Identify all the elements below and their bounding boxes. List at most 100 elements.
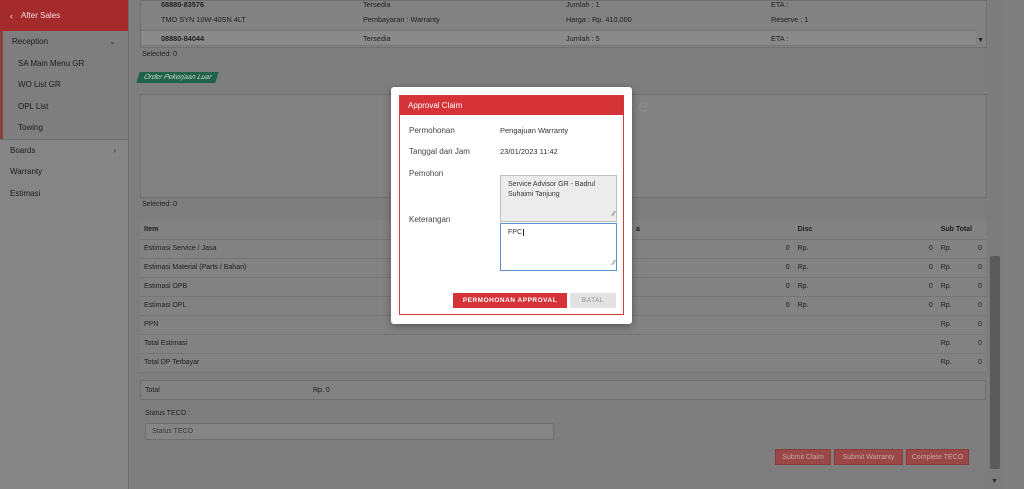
cell-currency: Rp. <box>793 277 824 297</box>
sidebar-item-wo-list-gr[interactable]: WO List GR <box>3 74 128 96</box>
sidebar-item-boards[interactable]: Boards › <box>0 140 128 162</box>
ghost-text: e <box>638 96 649 116</box>
row-label: Total Estimasi <box>140 334 632 354</box>
chevron-down-icon: ⌄ <box>109 37 116 47</box>
cell-currency: Rp. <box>793 258 824 278</box>
part-status: Pembayaran : Warranty <box>363 14 440 24</box>
permohonan-value: Pengajuan Warranty <box>500 126 569 135</box>
sidebar-item-reception[interactable]: Reception ⌄ <box>3 31 128 53</box>
cell-value: 0 <box>696 296 794 316</box>
resize-grip-icon: ⁄⁄ <box>612 211 615 219</box>
sidebar-item-towing[interactable]: Towing <box>3 117 128 139</box>
cell-value: 0 <box>966 239 986 259</box>
keterangan-label: Keterangan <box>409 215 451 224</box>
col-a: a <box>632 220 794 240</box>
chevron-right-icon: › <box>113 145 116 155</box>
right-gutter <box>1002 0 1024 489</box>
submit-warranty-button[interactable]: Submit Warranty <box>834 449 903 465</box>
cell-value: 0 <box>966 258 986 278</box>
sidebar-item-label: WO List GR <box>18 80 61 90</box>
part-price: Harga : Rp. 410,000 <box>566 14 632 24</box>
opl-tag: Order Pekerjaan Luar <box>136 72 220 83</box>
approval-claim-modal: Approval Claim Permohonan Pengajuan Warr… <box>391 87 632 324</box>
scrollbar-thumb[interactable] <box>990 256 1000 469</box>
cell-currency: Rp. <box>936 258 967 278</box>
sidebar-group-reception: Reception ⌄ SA Main Menu GR WO List GR O… <box>0 31 128 139</box>
cell-value: 0 <box>966 315 986 335</box>
cell-value: 0 <box>823 277 937 297</box>
cell-value: 0 <box>696 239 794 259</box>
submit-claim-button[interactable]: Submit Claim <box>775 449 831 465</box>
cell-currency: Rp. <box>936 334 967 354</box>
scroll-down-icon[interactable]: ▼ <box>991 478 998 485</box>
status-teco-input[interactable]: Status TECO <box>145 423 554 440</box>
part-eta: ETA : <box>771 0 789 9</box>
sidebar-item-label: SA Main Menu GR <box>18 58 85 68</box>
cell-currency: Rp. <box>936 315 967 335</box>
pemohon-label: Pemohon <box>409 169 444 178</box>
part-code: TMO SYN 10W-40SN 4LT <box>161 14 246 24</box>
cell-value: 0 <box>966 353 986 373</box>
chevron-left-icon: ‹ <box>10 10 13 21</box>
cell-currency: Rp. <box>936 239 967 259</box>
batal-button[interactable]: BATAL <box>570 293 616 308</box>
cell-value: 0 <box>823 296 937 316</box>
table-row: Total Estimasi Rp. 0 <box>140 334 986 354</box>
cell-currency: Rp. <box>793 239 824 259</box>
pemohon-value: Service Advisor GR - Badrul Suhaimi Tanj… <box>508 181 596 198</box>
part-qty: Jumlah : 5 <box>566 33 600 43</box>
permohonan-label: Permohonan <box>409 126 455 135</box>
complete-teco-button[interactable]: Complete TECO <box>906 449 969 465</box>
cell-currency: Rp. <box>936 296 967 316</box>
list-item[interactable]: 08880-84044 Tersedia Jumlah : 5 ETA : <box>141 30 976 46</box>
opl-selected-count: Selected: 0 <box>142 201 178 208</box>
sidebar-item-label: Boards <box>10 145 36 155</box>
table-row: Total DP Terbayar Rp. 0 <box>140 353 986 373</box>
col-subtotal: Sub Total <box>936 220 986 240</box>
tanggal-value: 23/01/2023 11:42 <box>500 147 558 156</box>
cell-value: 0 <box>696 258 794 278</box>
cell-value: 0 <box>966 277 986 297</box>
pemohon-textarea: Service Advisor GR - Badrul Suhaimi Tanj… <box>500 175 617 222</box>
modal-frame: Approval Claim Permohonan Pengajuan Warr… <box>399 95 624 315</box>
sidebar-item-estimasi[interactable]: Estimasi <box>0 183 128 205</box>
total-label: Total <box>145 387 160 394</box>
parts-selected-count: Selected: 0 <box>142 51 178 58</box>
part-reserve: Reserve : 1 <box>771 14 809 24</box>
part-qty: Jumlah : 1 <box>566 0 600 9</box>
page-scrollbar[interactable]: ▼ <box>988 0 1002 489</box>
col-disc: Disc <box>793 220 937 240</box>
sidebar-item-label: Warranty <box>10 167 43 177</box>
part-status: Tersedia <box>363 33 391 43</box>
cell-value: 0 <box>823 239 937 259</box>
modal-title: Approval Claim <box>400 96 623 115</box>
sidebar-item-label: Towing <box>18 123 43 133</box>
sidebar: ‹ After Sales Reception ⌄ SA Main Menu G… <box>0 0 129 489</box>
sidebar-item-sa-main-menu-gr[interactable]: SA Main Menu GR <box>3 53 128 75</box>
sidebar-item-label: Reception <box>12 37 49 47</box>
total-row: Total Rp. 0 <box>140 380 986 400</box>
cell-currency: Rp. <box>936 277 967 297</box>
scroll-down-icon[interactable]: ▼ <box>977 37 984 44</box>
cell-currency: Rp. <box>936 353 967 373</box>
sidebar-item-opl-list[interactable]: OPL List <box>3 96 128 118</box>
sidebar-header-after-sales[interactable]: ‹ After Sales <box>0 0 128 31</box>
text-cursor <box>523 229 524 236</box>
part-code: 08880-83576 <box>161 0 205 9</box>
row-label: Total DP Terbayar <box>140 353 632 373</box>
total-value: Rp. 0 <box>313 387 330 394</box>
permohonan-approval-button[interactable]: PERMOHONAN APPROVAL <box>453 293 567 308</box>
tanggal-label: Tanggal dan Jam <box>409 147 470 156</box>
cell-value: 0 <box>966 334 986 354</box>
part-eta: ETA : <box>771 33 789 43</box>
sidebar-item-label: Estimasi <box>10 188 41 198</box>
sidebar-item-warranty[interactable]: Warranty <box>0 161 128 183</box>
cell-value: 0 <box>696 277 794 297</box>
cell-value: 0 <box>823 258 937 278</box>
sidebar-item-label: OPL List <box>18 101 49 111</box>
list-item[interactable]: TMO SYN 10W-40SN 4LT Pembayaran : Warran… <box>141 11 976 27</box>
keterangan-textarea[interactable]: FPC ⁄⁄ <box>500 223 617 271</box>
keterangan-value: FPC <box>508 229 522 236</box>
cell-value: 0 <box>966 296 986 316</box>
resize-grip-icon[interactable]: ⁄⁄ <box>613 259 615 269</box>
